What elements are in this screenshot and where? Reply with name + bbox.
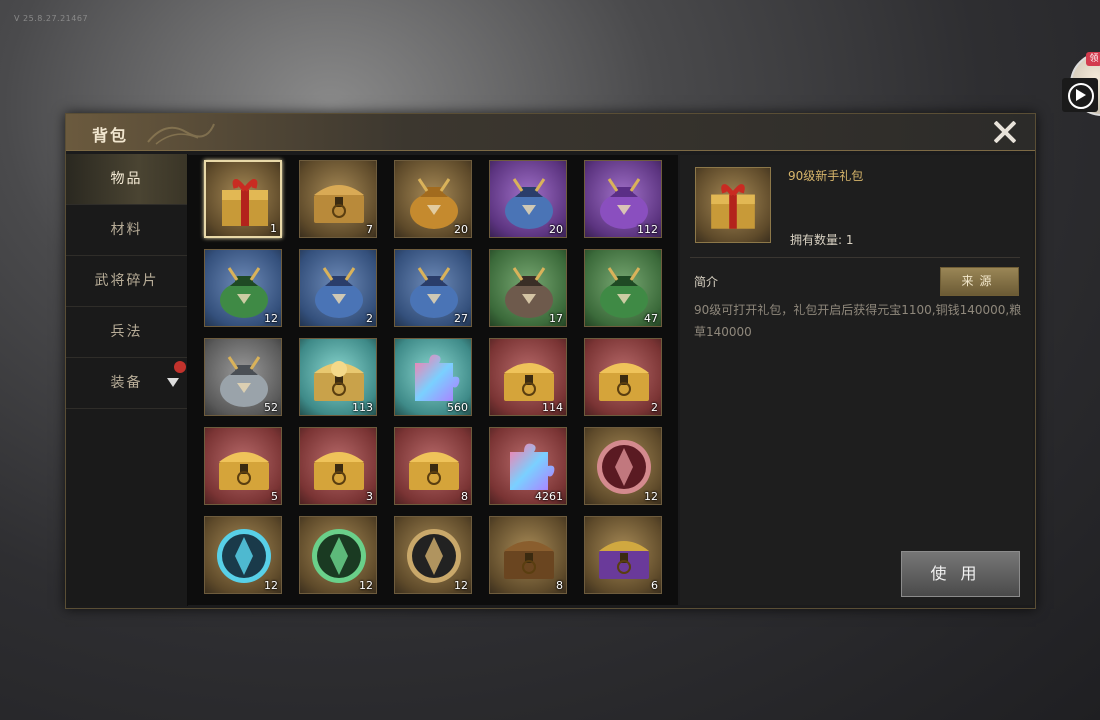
play-button[interactable] — [1062, 78, 1098, 112]
inventory-slot[interactable]: 12 — [584, 427, 662, 505]
item-quantity: 113 — [352, 401, 373, 414]
item-quantity: 112 — [637, 223, 658, 236]
item-quantity: 7 — [366, 223, 373, 236]
item-quantity: 114 — [542, 401, 563, 414]
inventory-slot[interactable]: 20 — [394, 160, 472, 238]
inventory-slot[interactable]: 52 — [204, 338, 282, 416]
inventory-slot[interactable]: 20 — [489, 160, 567, 238]
dropdown-arrow-icon — [167, 378, 179, 387]
version-label: V 25.8.27.21467 — [14, 14, 89, 23]
inventory-slot[interactable]: 4261 — [489, 427, 567, 505]
panel-title: 背包 — [92, 126, 129, 145]
item-quantity: 560 — [447, 401, 468, 414]
owned-count: 拥有数量: 1 — [790, 233, 854, 247]
item-quantity: 52 — [264, 401, 278, 414]
intro-label: 简介 — [694, 275, 719, 289]
inventory-slot[interactable]: 8 — [394, 427, 472, 505]
event-badge: 领 — [1086, 52, 1100, 66]
title-bar: 背包 — [66, 114, 1035, 151]
inventory-slot[interactable]: 1 — [204, 160, 282, 238]
inventory-slot[interactable]: 2 — [584, 338, 662, 416]
use-button[interactable]: 使用 — [901, 551, 1020, 597]
inventory-slot[interactable]: 6 — [584, 516, 662, 594]
divider — [690, 257, 1020, 258]
item-quantity: 4261 — [535, 490, 563, 503]
tab-label: 兵法 — [110, 324, 143, 340]
inventory-slot[interactable]: 113 — [299, 338, 377, 416]
tab-label: 武将碎片 — [94, 273, 159, 289]
inventory-slot[interactable]: 8 — [489, 516, 567, 594]
item-quantity: 17 — [549, 312, 563, 325]
inventory-slot[interactable]: 12 — [204, 249, 282, 327]
inventory-slot[interactable]: 12 — [204, 516, 282, 594]
inventory-slot[interactable]: 3 — [299, 427, 377, 505]
category-sidebar: 物品材料武将碎片兵法装备 — [66, 154, 188, 606]
item-grid: 1 7 20 20 112 12 2 27 17 47 52 113 560 1… — [188, 155, 678, 605]
item-quantity: 3 — [366, 490, 373, 503]
inventory-slot[interactable]: 12 — [394, 516, 472, 594]
item-detail-pane: 90级新手礼包 拥有数量: 1 简介 来源 90级可打开礼包，礼包开启后获得元宝… — [680, 155, 1033, 605]
inventory-slot[interactable]: 5 — [204, 427, 282, 505]
tab-label: 物品 — [110, 171, 143, 187]
gift-box-icon — [711, 184, 755, 229]
inventory-slot[interactable]: 112 — [584, 160, 662, 238]
item-quantity: 2 — [366, 312, 373, 325]
item-quantity: 27 — [454, 312, 468, 325]
inventory-slot[interactable]: 7 — [299, 160, 377, 238]
item-quantity: 12 — [264, 579, 278, 592]
inventory-slot[interactable]: 47 — [584, 249, 662, 327]
detail-item-icon — [695, 167, 771, 243]
item-quantity: 8 — [461, 490, 468, 503]
item-quantity: 12 — [644, 490, 658, 503]
inventory-slot[interactable]: 560 — [394, 338, 472, 416]
item-quantity: 20 — [549, 223, 563, 236]
tab-0[interactable]: 物品 — [66, 154, 187, 205]
tab-3[interactable]: 兵法 — [66, 307, 187, 358]
item-quantity: 1 — [270, 222, 277, 235]
tab-4[interactable]: 装备 — [66, 358, 187, 409]
inventory-slot[interactable]: 12 — [299, 516, 377, 594]
tab-label: 装备 — [110, 375, 143, 391]
item-quantity: 8 — [556, 579, 563, 592]
backpack-panel: 背包 物品 材料 武将碎片 兵法 装备 1 7 20 20 112 12 2 2… — [65, 113, 1036, 609]
item-name: 90级新手礼包 — [788, 169, 864, 183]
tab-label: 材料 — [110, 222, 143, 238]
close-button[interactable] — [992, 119, 1018, 145]
item-quantity: 6 — [651, 579, 658, 592]
item-quantity: 12 — [454, 579, 468, 592]
item-quantity: 2 — [651, 401, 658, 414]
inventory-slot[interactable]: 114 — [489, 338, 567, 416]
inventory-slot[interactable]: 27 — [394, 249, 472, 327]
tab-2[interactable]: 武将碎片 — [66, 256, 187, 307]
item-quantity: 20 — [454, 223, 468, 236]
item-quantity: 47 — [644, 312, 658, 325]
notification-dot — [174, 361, 186, 373]
event-float-icon[interactable]: 领 — [1062, 50, 1100, 116]
inventory-slot[interactable]: 2 — [299, 249, 377, 327]
title-ornament-icon — [147, 123, 215, 145]
item-description: 90级可打开礼包，礼包开启后获得元宝1100,铜钱140000,粮草140000 — [694, 303, 1022, 339]
inventory-slot[interactable]: 17 — [489, 249, 567, 327]
item-quantity: 12 — [264, 312, 278, 325]
source-button[interactable]: 来源 — [940, 267, 1019, 296]
item-quantity: 12 — [359, 579, 373, 592]
item-quantity: 5 — [271, 490, 278, 503]
tab-1[interactable]: 材料 — [66, 205, 187, 256]
